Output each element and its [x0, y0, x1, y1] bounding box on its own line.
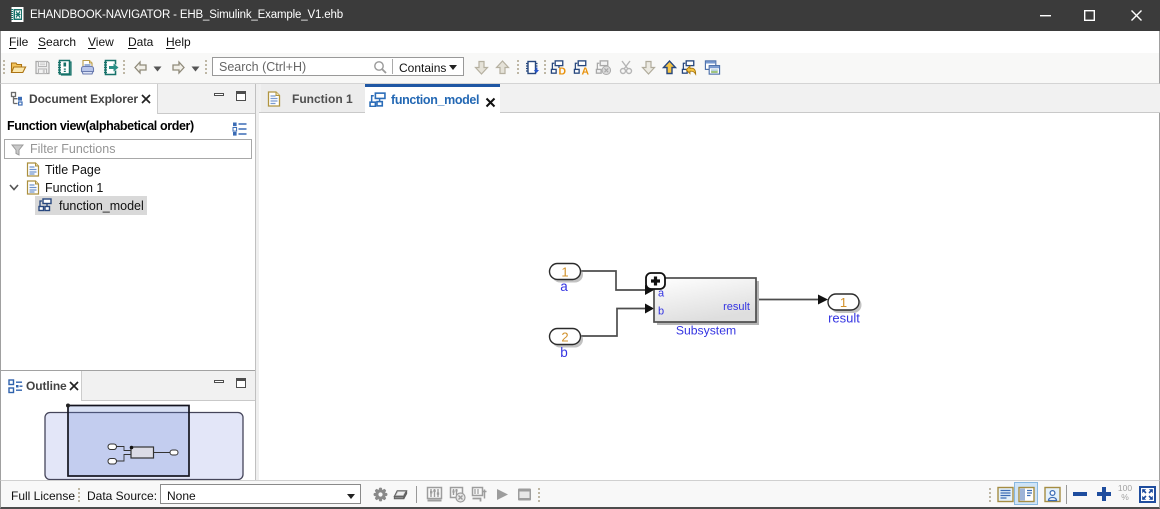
svg-text:1: 1 [561, 265, 568, 280]
svg-text:2: 2 [561, 330, 568, 345]
svg-text:b: b [560, 345, 568, 360]
svg-text:D: D [559, 67, 567, 76]
svg-text:A: A [582, 67, 590, 76]
svg-text:1: 1 [840, 295, 847, 310]
svg-text:result: result [828, 311, 860, 326]
svg-text:b: b [658, 306, 664, 318]
svg-text:Subsystem: Subsystem [676, 324, 736, 338]
svg-text:result: result [723, 301, 750, 313]
svg-text:a: a [560, 279, 568, 294]
